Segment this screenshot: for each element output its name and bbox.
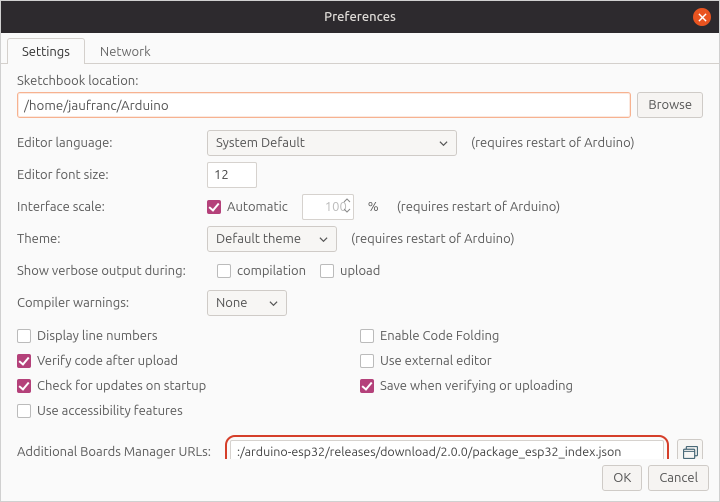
display-line-numbers-checkbox[interactable] (17, 329, 31, 343)
theme-value: Default theme (216, 232, 301, 246)
automatic-checkbox[interactable] (207, 200, 221, 214)
chevron-down-icon (319, 235, 328, 244)
chevron-down-icon (342, 206, 352, 215)
close-icon (698, 13, 707, 22)
automatic-label: Automatic (227, 200, 288, 214)
window-title: Preferences (324, 10, 396, 24)
check-updates-checkbox[interactable] (17, 379, 31, 393)
upload-label: upload (340, 264, 380, 278)
chevron-down-icon (439, 139, 448, 148)
compiler-warnings-value: None (216, 296, 248, 310)
window-stack-icon (683, 446, 698, 459)
save-verify-checkbox[interactable] (360, 379, 374, 393)
urls-label: Additional Boards Manager URLs: (17, 445, 217, 459)
sketchbook-location-input[interactable] (17, 92, 631, 118)
content: Sketchbook location: Browse Editor langu… (1, 64, 719, 459)
external-editor-label: Use external editor (380, 354, 492, 368)
code-folding-checkbox[interactable] (360, 329, 374, 343)
sketchbook-label: Sketchbook location: (17, 74, 703, 88)
editor-language-value: System Default (216, 136, 305, 150)
theme-label: Theme: (17, 232, 207, 246)
chevron-down-icon (269, 299, 278, 308)
verbose-label: Show verbose output during: (17, 264, 217, 278)
scale-spinner[interactable] (342, 196, 352, 215)
tab-bar: Settings Network (1, 33, 719, 64)
tab-settings[interactable]: Settings (7, 38, 85, 64)
preferences-window: Preferences Settings Network Sketchbook … (0, 0, 720, 502)
browse-button[interactable]: Browse (637, 92, 703, 118)
editor-font-label: Editor font size: (17, 168, 207, 182)
urls-highlight-box (225, 435, 669, 459)
editor-language-select[interactable]: System Default (207, 130, 457, 156)
verify-code-label: Verify code after upload (37, 354, 178, 368)
editor-language-label: Editor language: (17, 136, 207, 150)
code-folding-label: Enable Code Folding (380, 329, 499, 343)
accessibility-label: Use accessibility features (37, 404, 183, 418)
theme-restart-hint: (requires restart of Arduino) (351, 232, 515, 246)
compiler-warnings-label: Compiler warnings: (17, 296, 207, 310)
percent-label: % (368, 200, 379, 214)
tab-network[interactable]: Network (85, 38, 166, 64)
check-updates-label: Check for updates on startup (37, 379, 206, 393)
lang-restart-hint: (requires restart of Arduino) (471, 136, 635, 150)
upload-checkbox[interactable] (320, 264, 334, 278)
compiler-warnings-select[interactable]: None (207, 290, 287, 316)
dialog-buttons: OK Cancel (1, 459, 719, 501)
theme-select[interactable]: Default theme (207, 226, 337, 252)
ok-button[interactable]: OK (602, 465, 642, 491)
display-line-numbers-label: Display line numbers (37, 329, 157, 343)
editor-font-input[interactable] (207, 162, 257, 188)
cancel-button[interactable]: Cancel (648, 465, 709, 491)
titlebar: Preferences (1, 1, 719, 33)
chevron-up-icon (342, 196, 352, 205)
manage-urls-button[interactable] (677, 439, 703, 459)
boards-manager-urls-input[interactable] (230, 440, 664, 459)
verify-code-checkbox[interactable] (17, 354, 31, 368)
scale-restart-hint: (requires restart of Arduino) (397, 200, 561, 214)
interface-scale-label: Interface scale: (17, 200, 207, 214)
compilation-checkbox[interactable] (217, 264, 231, 278)
external-editor-checkbox[interactable] (360, 354, 374, 368)
compilation-label: compilation (237, 264, 306, 278)
accessibility-checkbox[interactable] (17, 404, 31, 418)
save-verify-label: Save when verifying or uploading (380, 379, 573, 393)
close-button[interactable] (693, 8, 711, 26)
